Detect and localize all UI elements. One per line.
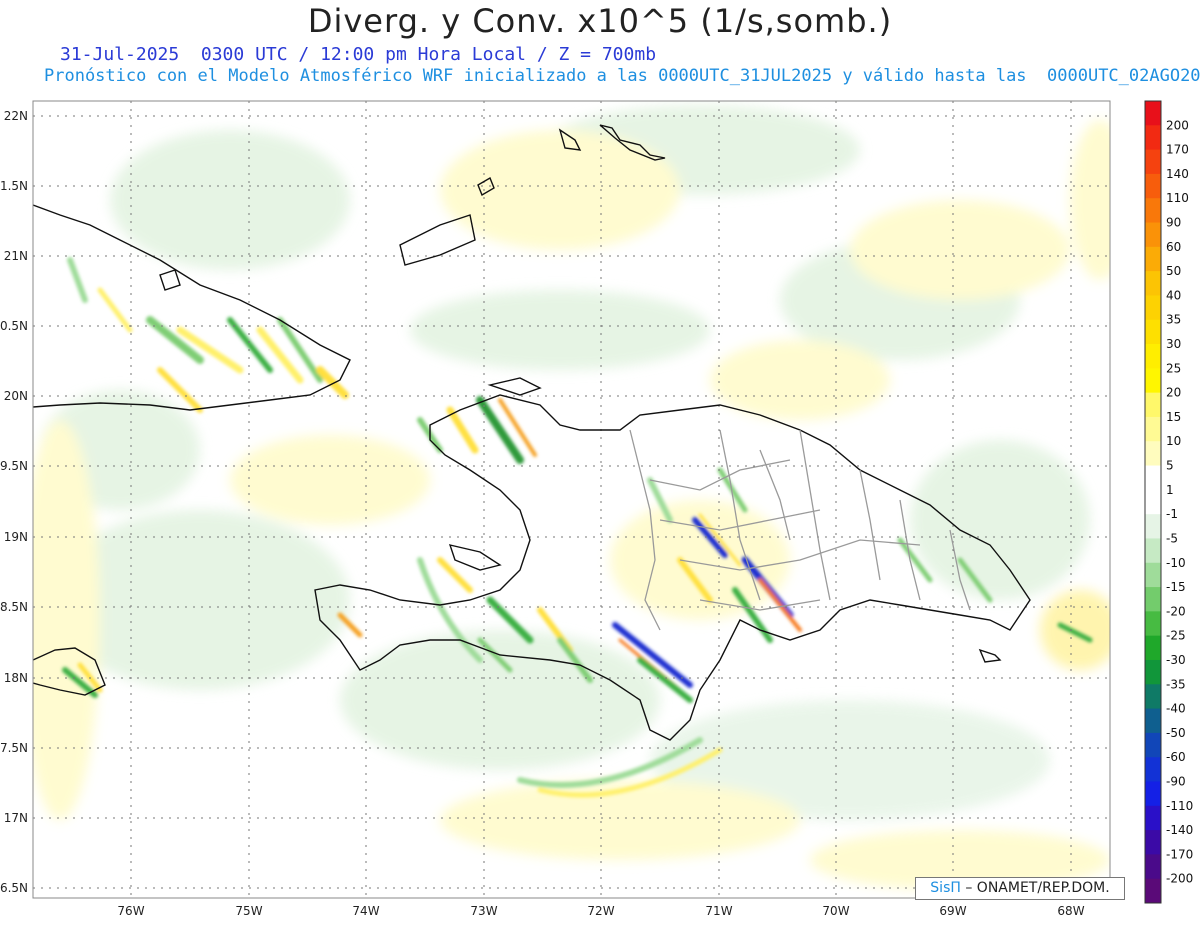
colorbar-label: 110 <box>1166 191 1189 205</box>
lat-label: 22N <box>4 109 28 123</box>
colorbar-label: -35 <box>1166 677 1186 691</box>
colorbar-swatch <box>1145 659 1161 685</box>
colorbar-swatch <box>1145 878 1161 904</box>
colorbar-swatch <box>1145 635 1161 661</box>
colorbar-label: 5 <box>1166 459 1174 473</box>
lon-label: 76W <box>117 904 144 918</box>
colorbar-swatch <box>1145 732 1161 758</box>
colorbar-swatch <box>1145 271 1161 296</box>
colorbar-swatch <box>1145 708 1161 734</box>
colorbar-swatch <box>1145 416 1161 442</box>
colorbar-swatch <box>1145 441 1161 467</box>
colorbar-label: -90 <box>1166 774 1186 788</box>
lon-label: 68W <box>1057 904 1084 918</box>
map-title: Diverg. y Conv. x10^5 (1/s,somb.) <box>307 2 893 40</box>
valid-time-subtitle: 31-Jul-2025 0300 UTC / 12:00 pm Hora Loc… <box>60 44 657 65</box>
divergence-field <box>33 101 1110 898</box>
colorbar-label: -50 <box>1166 726 1186 740</box>
colorbar-label: -140 <box>1166 823 1193 837</box>
colorbar-swatch <box>1145 538 1161 564</box>
colorbar-swatch <box>1145 149 1161 175</box>
lat-label: 18N <box>4 671 28 685</box>
lon-label: 70W <box>822 904 849 918</box>
lat-label: 6.5N <box>0 881 28 895</box>
lat-label: 20N <box>4 389 28 403</box>
colorbar-swatch <box>1145 173 1161 199</box>
colorbar-swatch <box>1145 830 1161 855</box>
lat-label: 21N <box>4 249 28 263</box>
colorbar: 200 170 140 110 90 60 50 40 35 30 25 20 15 10 5 1 -1 -5 -1… <box>1144 100 1193 904</box>
colorbar-swatch <box>1145 562 1161 588</box>
colorbar-label: -25 <box>1166 629 1186 643</box>
lon-label: 71W <box>705 904 732 918</box>
colorbar-label: 10 <box>1166 434 1181 448</box>
colorbar-label: 35 <box>1166 313 1181 327</box>
colorbar-label: -200 <box>1166 872 1193 886</box>
lat-label: 1.5N <box>0 179 28 193</box>
colorbar-label: 90 <box>1166 216 1181 230</box>
lat-label: 8.5N <box>0 600 28 614</box>
colorbar-swatch <box>1145 587 1161 612</box>
colorbar-swatch <box>1145 125 1161 151</box>
lat-label: 9.5N <box>0 459 28 473</box>
colorbar-swatch <box>1145 489 1161 515</box>
lon-label: 69W <box>939 904 966 918</box>
colorbar-swatch <box>1145 854 1161 880</box>
lon-label: 75W <box>235 904 262 918</box>
colorbar-swatch <box>1145 246 1161 272</box>
lat-label: 7.5N <box>0 741 28 755</box>
colorbar-swatch <box>1145 101 1161 126</box>
colorbar-label: 50 <box>1166 264 1181 278</box>
longitude-labels: 76W 75W 74W 73W 72W 71W 70W 69W 68W <box>117 904 1084 918</box>
colorbar-label: 40 <box>1166 288 1181 302</box>
colorbar-swatch <box>1145 392 1161 418</box>
lat-label: 0.5N <box>0 319 28 333</box>
colorbar-label: -15 <box>1166 580 1186 594</box>
colorbar-swatch <box>1145 368 1161 394</box>
colorbar-swatch <box>1145 781 1161 807</box>
credit-text: – ONAMET/REP.DOM. <box>965 880 1110 896</box>
colorbar-label: 25 <box>1166 361 1181 375</box>
colorbar-swatch <box>1145 344 1161 369</box>
lat-label: 19N <box>4 530 28 544</box>
colorbar-label: -40 <box>1166 702 1186 716</box>
colorbar-label: -30 <box>1166 653 1186 667</box>
colorbar-label: 140 <box>1166 167 1189 181</box>
colorbar-label: -60 <box>1166 750 1186 764</box>
lat-label: 17N <box>4 811 28 825</box>
colorbar-label: 30 <box>1166 337 1181 351</box>
colorbar-swatch <box>1145 684 1161 710</box>
lon-label: 74W <box>352 904 379 918</box>
colorbar-swatch <box>1145 611 1161 637</box>
credit-box: SisΠ – ONAMET/REP.DOM. <box>915 877 1125 900</box>
forecast-map: 22N 1.5N 21N 0.5N 20N 9.5N 19N 8.5N 18N … <box>0 100 1193 918</box>
colorbar-swatch <box>1145 222 1161 248</box>
model-info-subtitle: Pronóstico con el Modelo Atmosférico WRF… <box>44 66 1200 86</box>
colorbar-label: 60 <box>1166 240 1181 254</box>
colorbar-label: 15 <box>1166 410 1181 424</box>
colorbar-label: -110 <box>1166 799 1193 813</box>
colorbar-label: -1 <box>1166 507 1178 521</box>
latitude-labels: 22N 1.5N 21N 0.5N 20N 9.5N 19N 8.5N 18N … <box>0 109 28 895</box>
colorbar-swatch <box>1145 198 1161 224</box>
colorbar-label: -20 <box>1166 604 1186 618</box>
colorbar-swatch <box>1145 514 1161 539</box>
colorbar-swatch <box>1145 465 1161 491</box>
credit-brand: SisΠ <box>930 880 961 896</box>
colorbar-label: 20 <box>1166 386 1181 400</box>
colorbar-label: -10 <box>1166 556 1186 570</box>
colorbar-label: -170 <box>1166 847 1193 861</box>
colorbar-swatch <box>1145 319 1161 345</box>
colorbar-swatch <box>1145 805 1161 831</box>
lon-label: 73W <box>470 904 497 918</box>
colorbar-label: -5 <box>1166 531 1178 545</box>
colorbar-label: 1 <box>1166 483 1174 497</box>
colorbar-label: 200 <box>1166 118 1189 132</box>
colorbar-label: 170 <box>1166 143 1189 157</box>
lon-label: 72W <box>587 904 614 918</box>
colorbar-swatch <box>1145 757 1161 782</box>
colorbar-swatch <box>1145 295 1161 321</box>
